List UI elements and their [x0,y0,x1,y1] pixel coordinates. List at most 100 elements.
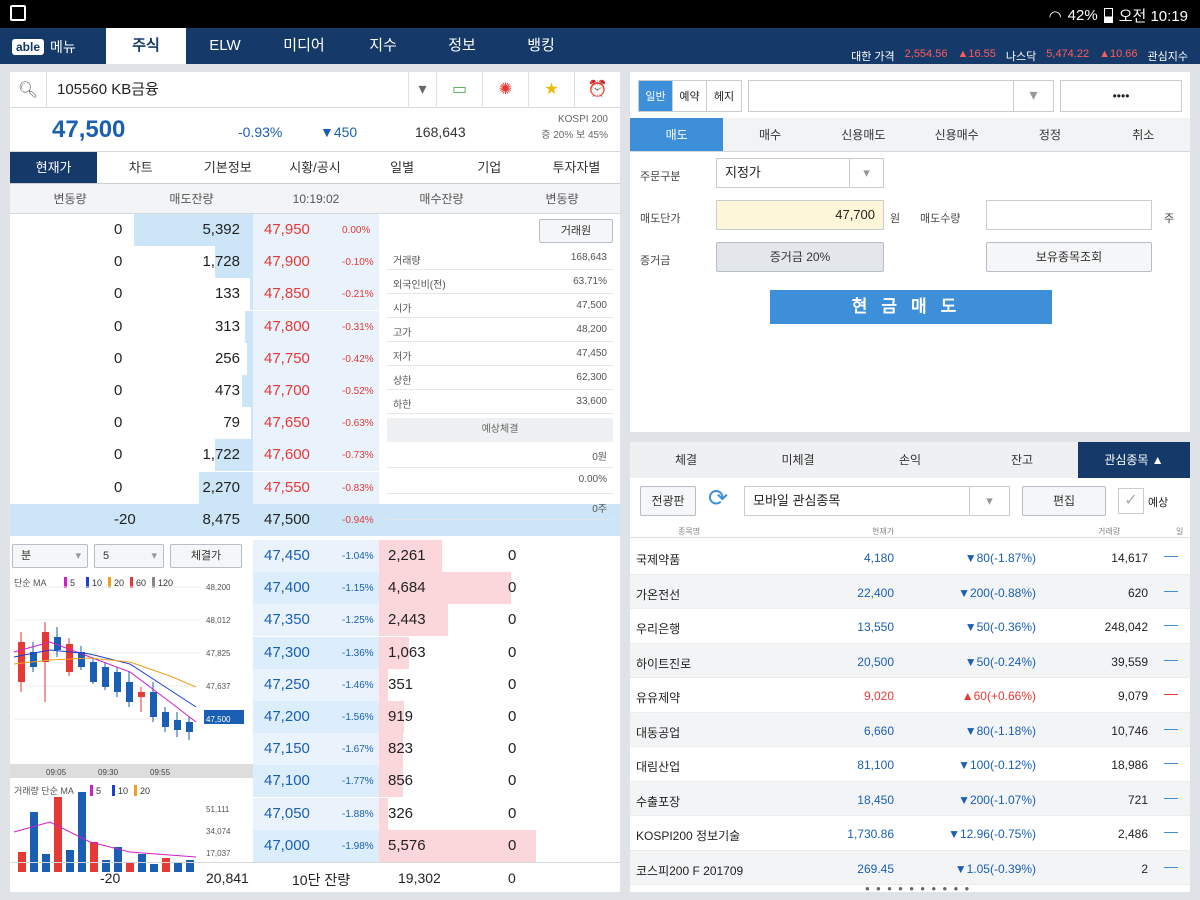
bid-price[interactable]: 47,400 [264,579,310,596]
tab-watchlist[interactable]: 관심종목 ▲ [1078,442,1190,478]
ask-price[interactable]: 47,650 [264,414,310,431]
tab-company[interactable]: 기업 [446,152,533,183]
password-field[interactable]: •••• [1060,80,1182,112]
tab-basic-info[interactable]: 기본정보 [184,152,271,183]
watchlist-row[interactable]: 대림산업 81,100 ▼100(-0.12%) 18,986 [630,747,1190,782]
bid-price[interactable]: 47,150 [264,740,310,757]
tab-credit-buy[interactable]: 신용매수 [910,118,1003,151]
holdings-button[interactable]: 보유종목조회 [986,242,1152,272]
cash-sell-button[interactable]: 현금매도 [770,290,1052,324]
ask-price[interactable]: 47,850 [264,285,310,302]
tab-unexecuted[interactable]: 미체결 [742,442,854,478]
nav-tab-elw[interactable]: ELW [186,28,264,64]
tab-sell[interactable]: 매도 [630,118,724,151]
watchlist-row[interactable]: 국제약품 4,180 ▼80(-1.87%) 14,617 [630,540,1190,575]
ask-change: 0 [114,382,123,399]
expect-checkbox[interactable]: ✓ [1118,488,1144,514]
tab-credit-sell[interactable]: 신용매도 [817,118,910,151]
chevron-down-icon[interactable]: ▾ [408,71,436,108]
watchlist-row[interactable]: 수출포장 18,450 ▼200(-1.07%) 721 [630,781,1190,816]
margin-button[interactable]: 증거금 20% [716,242,884,272]
ask-pct: -0.73% [342,450,374,462]
tab-current-price[interactable]: 현재가 [10,152,98,183]
page-indicator[interactable]: ● ● ● ● ● ● ● ● ● ● [865,884,971,893]
bid-price[interactable]: 47,300 [264,644,310,661]
watchlist-row[interactable]: KOSPI200 정보기술 1,730.86 ▼12.96(-0.75%) 2,486 [630,816,1190,851]
nav-tab-banking[interactable]: 뱅킹 [502,28,580,64]
tab-modify[interactable]: 정정 [1003,118,1096,151]
tab-buy[interactable]: 매수 [723,118,816,151]
sell-qty-input[interactable] [986,200,1152,230]
stock-code-field[interactable]: 105560 KB금융 [46,71,408,108]
watchlist-row[interactable]: 코스피200 F 201709 269.45 ▼1.05(-0.39%) 2 [630,850,1190,885]
watchlist-row[interactable]: 가온전선 22,400 ▼200(-0.88%) 620 [630,574,1190,609]
y-axis-label: 47,637 [206,682,231,691]
mode-normal[interactable]: 일반 [639,81,673,111]
tab-investor[interactable]: 투자자별 [533,152,620,183]
tab-daily[interactable]: 일별 [359,152,446,183]
tv-icon[interactable]: ▭ [436,71,482,108]
watch-group-select[interactable]: 모바일 관심종목 ▾ [744,486,1010,516]
bid-price[interactable]: 47,000 [264,837,310,854]
tab-news[interactable]: 시황/공시 [271,152,358,183]
candle-body [162,712,169,727]
sell-price-input[interactable]: 47,700 [716,200,884,230]
bid-price[interactable]: 47,350 [264,611,310,628]
ask-price[interactable]: 47,550 [264,479,310,496]
bid-price[interactable]: 47,100 [264,772,310,789]
bid-price[interactable]: 47,450 [264,547,310,564]
tab-pnl[interactable]: 손익 [854,442,966,478]
chart-type-button[interactable]: 체결가 [170,544,242,568]
nav-tab-media[interactable]: 미디어 [264,28,344,64]
ask-price[interactable]: 47,950 [264,221,310,238]
ask-price[interactable]: 47,500 [264,511,310,528]
board-button[interactable]: 전광판 [640,486,696,516]
bid-pct: -1.36% [342,647,374,659]
nav-tab-info[interactable]: 정보 [422,28,502,64]
edit-button[interactable]: 편집 [1022,486,1106,516]
interval-select[interactable]: 5 ▾ [94,544,164,568]
price-chart[interactable]: 단순 MA 5 10 20 60 120 48,20048,01247,82547,6374… [10,572,253,892]
refresh-icon[interactable]: ⟳ [708,484,728,513]
ask-price[interactable]: 47,750 [264,350,310,367]
mode-reserve[interactable]: 예약 [673,81,707,111]
menu-button[interactable]: able 메뉴 [12,37,76,57]
tab-balance[interactable]: 잔고 [966,442,1078,478]
bid-price[interactable]: 47,250 [264,676,310,693]
search-icon[interactable]: 🔍︎ [10,80,46,100]
watchlist-row[interactable]: 우리은행 13,550 ▼50(-0.36%) 248,042 [630,609,1190,644]
ask-price[interactable]: 47,900 [264,253,310,270]
ask-price[interactable]: 47,800 [264,318,310,335]
tab-executed[interactable]: 체결 [630,442,742,478]
watchlist-row[interactable]: 유유제약 9,020 ▲60(+0.66%) 9,079 [630,678,1190,713]
tab-chart[interactable]: 차트 [97,152,184,183]
bid-price[interactable]: 47,200 [264,708,310,725]
nav-tab-index[interactable]: 지수 [344,28,422,64]
ask-price[interactable]: 47,600 [264,446,310,463]
ask-price[interactable]: 47,700 [264,382,310,399]
market-ticker[interactable]: 대한 가격 2,554.56 ▲16.55 나스닥 5,474.22 ▲10.6… [851,48,1188,64]
ticker-name: 대한 가격 [851,51,895,63]
legend-swatch [64,577,67,588]
mode-hedge[interactable]: 헤지 [707,81,741,111]
watchlist-row[interactable]: 대동공업 6,660 ▼80(-1.18%) 10,746 [630,712,1190,747]
bid-change: 0 [508,804,517,822]
watchlist-row[interactable]: 하이트진로 20,500 ▼50(-0.24%) 39,559 [630,643,1190,678]
broker-button[interactable]: 거래원 [539,219,613,243]
period-select[interactable]: 분 ▾ [12,544,88,568]
candle-body [18,642,25,682]
candle-body [102,667,109,687]
ticker-link[interactable]: 관심지수 [1148,48,1188,64]
watchlist-header: 종목명 현재가 거래량 일 [630,526,1190,538]
alarm-icon[interactable]: ⏰ [574,71,620,108]
battery-icon [1103,8,1113,23]
star-icon[interactable]: ★ [528,71,574,108]
info-row: 고가 48,200 [387,318,613,342]
account-select[interactable]: ▾ [748,80,1054,112]
order-type-select[interactable]: 지정가 ▾ [716,158,884,188]
ticker-change: ▲16.55 [957,48,996,60]
sun-icon[interactable]: ✺ [482,71,528,108]
nav-tab-stock[interactable]: 주식 [106,28,186,64]
tab-cancel[interactable]: 취소 [1097,118,1190,151]
bid-price[interactable]: 47,050 [264,805,310,822]
